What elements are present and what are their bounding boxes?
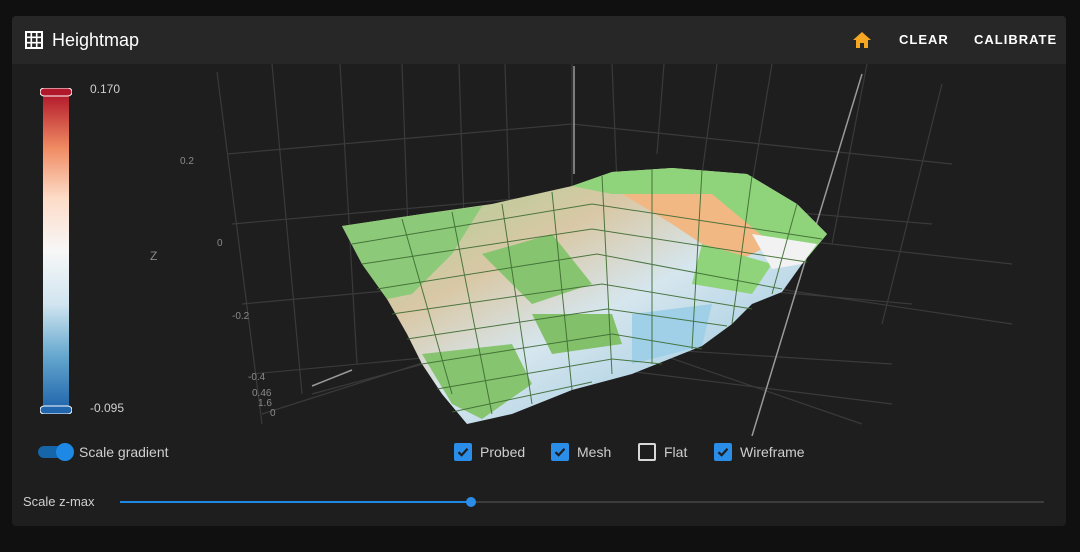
slider-thumb[interactable] bbox=[466, 497, 476, 507]
z-tick-label: -0.4 bbox=[248, 372, 266, 383]
check-icon bbox=[717, 448, 729, 457]
plot-axis-labels: Z 0.2 0 -0.2 -0.4 0.46 1.6 0 bbox=[150, 156, 276, 419]
grid-icon bbox=[25, 31, 43, 49]
heightmap-card: Heightmap CLEAR CALIBRATE Z 0.2 0 -0.2 -… bbox=[12, 16, 1066, 526]
flat-label: Flat bbox=[664, 444, 688, 460]
home-icon[interactable] bbox=[850, 28, 874, 52]
check-icon bbox=[457, 448, 469, 457]
toggle-knob bbox=[56, 443, 74, 461]
scale-zmax-label: Scale z-max bbox=[23, 494, 95, 509]
z-tick-label: -0.2 bbox=[232, 311, 250, 322]
z-tick-label: 0 bbox=[217, 238, 223, 249]
checkbox-box bbox=[454, 443, 472, 461]
z-tick-label: 0.2 bbox=[180, 156, 194, 167]
probed-label: Probed bbox=[480, 444, 526, 460]
x-tick-label: 0 bbox=[270, 408, 276, 419]
checkbox-box bbox=[551, 443, 569, 461]
checkbox-box bbox=[638, 443, 656, 461]
color-scale-max: 0.170 bbox=[90, 82, 121, 96]
z-axis-label: Z bbox=[150, 249, 157, 263]
heightmap-plot[interactable]: Z 0.2 0 -0.2 -0.4 0.46 1.6 0 bbox=[12, 64, 1066, 436]
color-scale-min: -0.095 bbox=[90, 401, 125, 415]
scale-gradient-label: Scale gradient bbox=[79, 444, 169, 460]
calibrate-button[interactable]: CALIBRATE bbox=[974, 30, 1057, 50]
check-icon bbox=[554, 448, 566, 457]
card-header: Heightmap CLEAR CALIBRATE bbox=[12, 16, 1066, 64]
checkbox-box bbox=[714, 443, 732, 461]
color-scale-bar bbox=[40, 88, 72, 414]
card-title: Heightmap bbox=[52, 30, 140, 50]
scale-zmax-slider[interactable] bbox=[120, 494, 1044, 510]
heightmap-surface bbox=[342, 168, 827, 424]
mesh-label: Mesh bbox=[577, 444, 612, 460]
scale-gradient-toggle[interactable] bbox=[38, 443, 74, 461]
slider-fill bbox=[120, 501, 471, 503]
wireframe-label: Wireframe bbox=[740, 444, 805, 460]
clear-button[interactable]: CLEAR bbox=[899, 30, 949, 50]
